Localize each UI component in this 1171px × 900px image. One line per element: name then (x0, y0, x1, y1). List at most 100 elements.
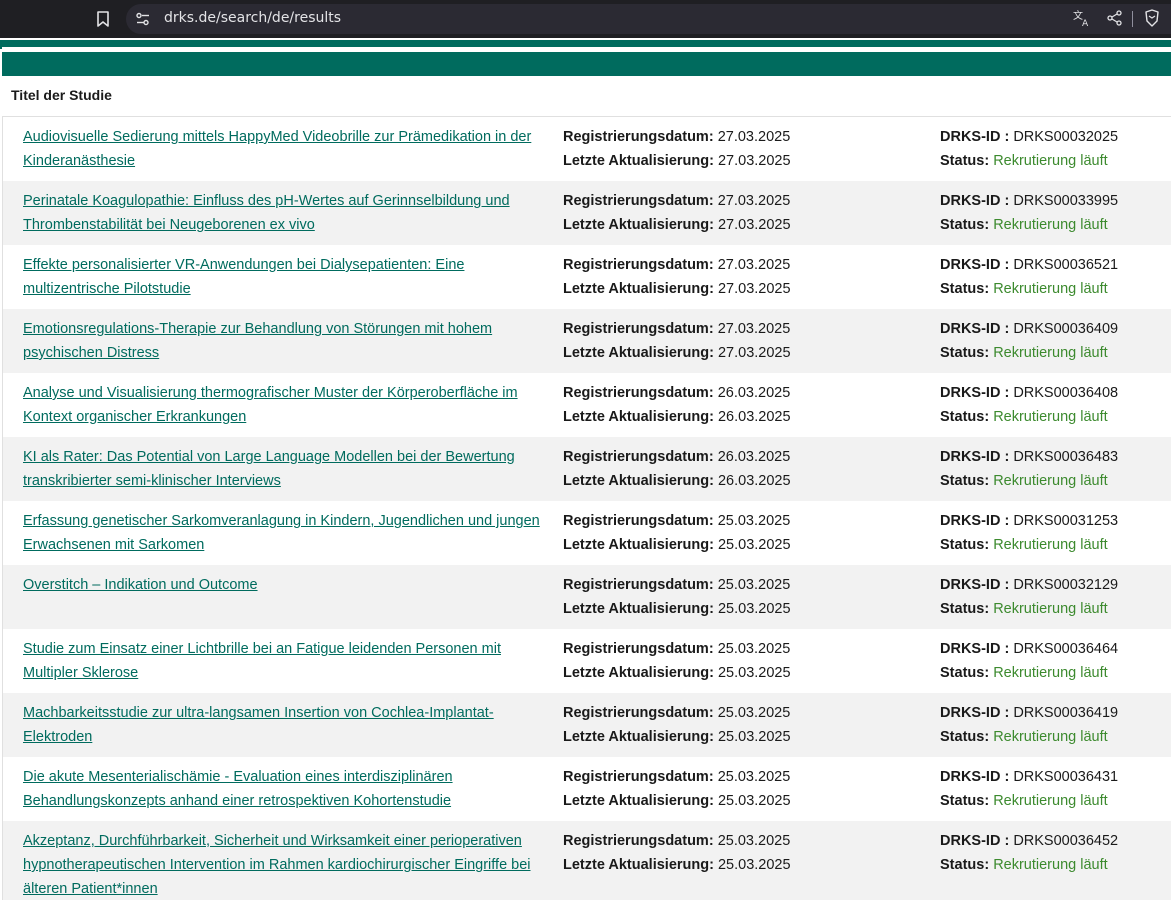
study-title-link[interactable]: Overstitch – Indikation und Outcome (23, 573, 543, 597)
registration-date-value: 25.03.2025 (717, 577, 791, 593)
registration-date-label: Registrierungsdatum: (563, 833, 714, 849)
drks-id-label: DRKS-ID : (940, 577, 1010, 593)
status-value: Rekrutierung läuft (993, 793, 1108, 809)
last-update-value: 27.03.2025 (717, 153, 791, 169)
status-label: Status: (940, 665, 990, 681)
status-label: Status: (940, 473, 990, 489)
id-status-info: DRKS-ID : DRKS00036452 Status: Rekrutieru… (940, 829, 1118, 877)
last-update-value: 27.03.2025 (717, 281, 791, 297)
study-title-link[interactable]: Effekte personalisierter VR-Anwendungen … (23, 253, 543, 301)
registration-date-value: 26.03.2025 (717, 385, 791, 401)
study-title-link[interactable]: Analyse und Visualisierung thermografisc… (23, 381, 543, 429)
registration-date-value: 26.03.2025 (717, 449, 791, 465)
table-row: Studie zum Einsatz einer Lichtbrille bei… (3, 629, 1171, 693)
drks-id-label: DRKS-ID : (940, 449, 1010, 465)
study-title-link[interactable]: Emotionsregulations-Therapie zur Behandl… (23, 317, 543, 365)
status-label: Status: (940, 537, 990, 553)
drks-id-value: DRKS00036408 (1013, 385, 1119, 401)
drks-id-value: DRKS00036521 (1013, 257, 1119, 273)
last-update-label: Letzte Aktualisierung: (563, 729, 714, 745)
registration-date-value: 25.03.2025 (717, 833, 791, 849)
study-title-link[interactable]: Audiovisuelle Sedierung mittels HappyMed… (23, 125, 543, 173)
registration-date-label: Registrierungsdatum: (563, 513, 714, 529)
date-info: Registrierungsdatum: 25.03.2025 Letzte Ak… (563, 829, 791, 877)
study-title-link[interactable]: Perinatale Koagulopathie: Einfluss des p… (23, 189, 543, 237)
study-title-link[interactable]: Erfassung genetischer Sarkomveranlagung … (23, 509, 543, 557)
status-label: Status: (940, 345, 990, 361)
status-label: Status: (940, 857, 990, 873)
drks-id-label: DRKS-ID : (940, 513, 1010, 529)
drks-id-value: DRKS00036464 (1013, 641, 1119, 657)
drks-id-value: DRKS00032025 (1013, 129, 1119, 145)
study-title-link[interactable]: Die akute Mesenterialischämie - Evaluati… (23, 765, 543, 813)
date-info: Registrierungsdatum: 27.03.2025 Letzte Ak… (563, 253, 791, 301)
date-info: Registrierungsdatum: 27.03.2025 Letzte Ak… (563, 125, 791, 173)
last-update-label: Letzte Aktualisierung: (563, 473, 714, 489)
date-info: Registrierungsdatum: 26.03.2025 Letzte Ak… (563, 381, 791, 429)
status-label: Status: (940, 153, 990, 169)
date-info: Registrierungsdatum: 25.03.2025 Letzte Ak… (563, 509, 791, 557)
bookmark-icon[interactable] (94, 9, 112, 29)
id-status-info: DRKS-ID : DRKS00032129 Status: Rekrutieru… (940, 573, 1118, 621)
status-value: Rekrutierung läuft (993, 345, 1108, 361)
last-update-label: Letzte Aktualisierung: (563, 217, 714, 233)
brave-shield-icon[interactable] (1143, 9, 1161, 27)
last-update-label: Letzte Aktualisierung: (563, 281, 714, 297)
registration-date-label: Registrierungsdatum: (563, 257, 714, 273)
registration-date-label: Registrierungsdatum: (563, 449, 714, 465)
drks-id-label: DRKS-ID : (940, 321, 1010, 337)
registration-date-value: 27.03.2025 (717, 257, 791, 273)
last-update-value: 26.03.2025 (717, 473, 791, 489)
study-title-link[interactable]: Akzeptanz, Durchführbarkeit, Sicherheit … (23, 829, 543, 900)
table-row: Die akute Mesenterialischämie - Evaluati… (3, 757, 1171, 821)
id-status-info: DRKS-ID : DRKS00036483 Status: Rekrutieru… (940, 445, 1118, 493)
study-title-link[interactable]: KI als Rater: Das Potential von Large La… (23, 445, 543, 493)
url-text[interactable]: drks.de/search/de/results (164, 10, 341, 26)
last-update-label: Letzte Aktualisierung: (563, 537, 714, 553)
share-icon[interactable] (1106, 9, 1124, 27)
registration-date-value: 25.03.2025 (717, 641, 791, 657)
table-row: Analyse und Visualisierung thermografisc… (3, 373, 1171, 437)
id-status-info: DRKS-ID : DRKS00036521 Status: Rekrutieru… (940, 253, 1118, 301)
drks-id-label: DRKS-ID : (940, 257, 1010, 273)
status-label: Status: (940, 217, 990, 233)
registration-date-value: 25.03.2025 (717, 769, 791, 785)
table-row: Akzeptanz, Durchführbarkeit, Sicherheit … (3, 821, 1171, 900)
study-title-link[interactable]: Machbarkeitsstudie zur ultra-langsamen I… (23, 701, 543, 749)
id-status-info: DRKS-ID : DRKS00036409 Status: Rekrutieru… (940, 317, 1118, 365)
status-value: Rekrutierung läuft (993, 729, 1108, 745)
registration-date-label: Registrierungsdatum: (563, 769, 714, 785)
date-info: Registrierungsdatum: 26.03.2025 Letzte Ak… (563, 445, 791, 493)
table-row: Overstitch – Indikation und Outcome Regis… (3, 565, 1171, 629)
last-update-value: 27.03.2025 (717, 345, 791, 361)
registration-date-label: Registrierungsdatum: (563, 321, 714, 337)
table-row: Audiovisuelle Sedierung mittels HappyMed… (3, 117, 1171, 181)
status-value: Rekrutierung läuft (993, 473, 1108, 489)
drks-id-value: DRKS00036419 (1013, 705, 1119, 721)
svg-text:A: A (1082, 19, 1089, 27)
site-settings-icon[interactable] (135, 11, 151, 27)
drks-id-value: DRKS00032129 (1013, 577, 1119, 593)
address-bar[interactable]: drks.de/search/de/results (126, 4, 1171, 34)
last-update-value: 27.03.2025 (717, 217, 791, 233)
last-update-label: Letzte Aktualisierung: (563, 793, 714, 809)
status-label: Status: (940, 409, 990, 425)
id-status-info: DRKS-ID : DRKS00036464 Status: Rekrutieru… (940, 637, 1118, 685)
drks-id-label: DRKS-ID : (940, 641, 1010, 657)
drks-id-label: DRKS-ID : (940, 129, 1010, 145)
last-update-value: 25.03.2025 (717, 793, 791, 809)
drks-id-label: DRKS-ID : (940, 193, 1010, 209)
date-info: Registrierungsdatum: 27.03.2025 Letzte Ak… (563, 317, 791, 365)
registration-date-label: Registrierungsdatum: (563, 193, 714, 209)
last-update-value: 25.03.2025 (717, 857, 791, 873)
status-label: Status: (940, 729, 990, 745)
registration-date-value: 25.03.2025 (717, 705, 791, 721)
drks-id-value: DRKS00036431 (1013, 769, 1119, 785)
toolbar-divider (1132, 11, 1133, 27)
drks-id-value: DRKS00033995 (1013, 193, 1119, 209)
study-title-link[interactable]: Studie zum Einsatz einer Lichtbrille bei… (23, 637, 543, 685)
status-label: Status: (940, 601, 990, 617)
translate-icon[interactable]: 文 A (1073, 9, 1091, 29)
drks-id-value: DRKS00036483 (1013, 449, 1119, 465)
date-info: Registrierungsdatum: 25.03.2025 Letzte Ak… (563, 573, 791, 621)
